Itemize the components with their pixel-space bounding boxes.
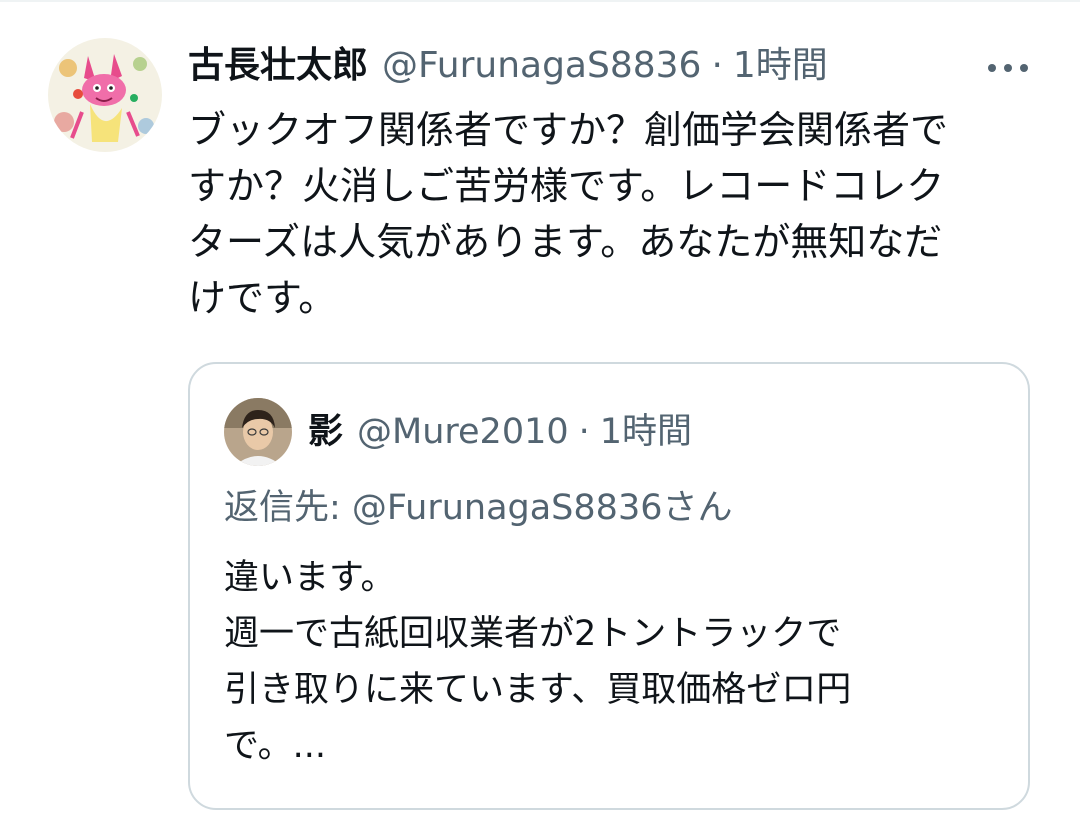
quote-text-line: で。... — [224, 726, 326, 766]
quote-timestamp[interactable]: 1時間 — [600, 406, 692, 458]
timestamp[interactable]: 1時間 — [733, 40, 828, 92]
more-options-button[interactable] — [982, 54, 1034, 82]
quote-display-name[interactable]: 影 — [308, 406, 343, 458]
quote-separator-dot: · — [578, 412, 590, 452]
quote-tweet-card[interactable]: 影 @Mure2010 · 1時間 返信先: @FurunagaS8836さん … — [188, 362, 1030, 810]
avatar[interactable] — [48, 38, 162, 152]
quote-text-line: 週一で古紙回収業者が2トントラックで — [224, 614, 842, 654]
tweet: 古長壮太郎 @FurunagaS8836 · 1時間 ブックオフ関係者ですか？創… — [0, 0, 1080, 839]
quote-header: 影 @Mure2010 · 1時間 — [308, 406, 692, 458]
quote-user-handle[interactable]: @Mure2010 — [357, 406, 569, 458]
quote-text: 違います。 週一で古紙回収業者が2トントラックで 引き取りに来ています、買取価格… — [224, 550, 1004, 774]
more-options-icon — [988, 64, 1028, 72]
tweet-header: 古長壮太郎 @FurunagaS8836 · 1時間 — [188, 40, 828, 92]
quote-text-line: 違います。 — [224, 558, 396, 598]
display-name[interactable]: 古長壮太郎 — [188, 40, 368, 92]
separator-dot: · — [711, 45, 723, 86]
quote-text-line: 引き取りに来ています、買取価格ゼロ円 — [224, 670, 852, 710]
reply-to-label[interactable]: 返信先: @FurunagaS8836さん — [224, 482, 732, 534]
person-photo-avatar-icon — [224, 398, 292, 466]
quote-avatar[interactable] — [224, 398, 292, 466]
cartoon-illustration-avatar-icon — [48, 38, 162, 152]
tweet-text: ブックオフ関係者ですか？創価学会関係者で すか？火消しご苦労様です。レコードコレ… — [188, 108, 949, 320]
user-handle[interactable]: @FurunagaS8836 — [382, 40, 701, 92]
